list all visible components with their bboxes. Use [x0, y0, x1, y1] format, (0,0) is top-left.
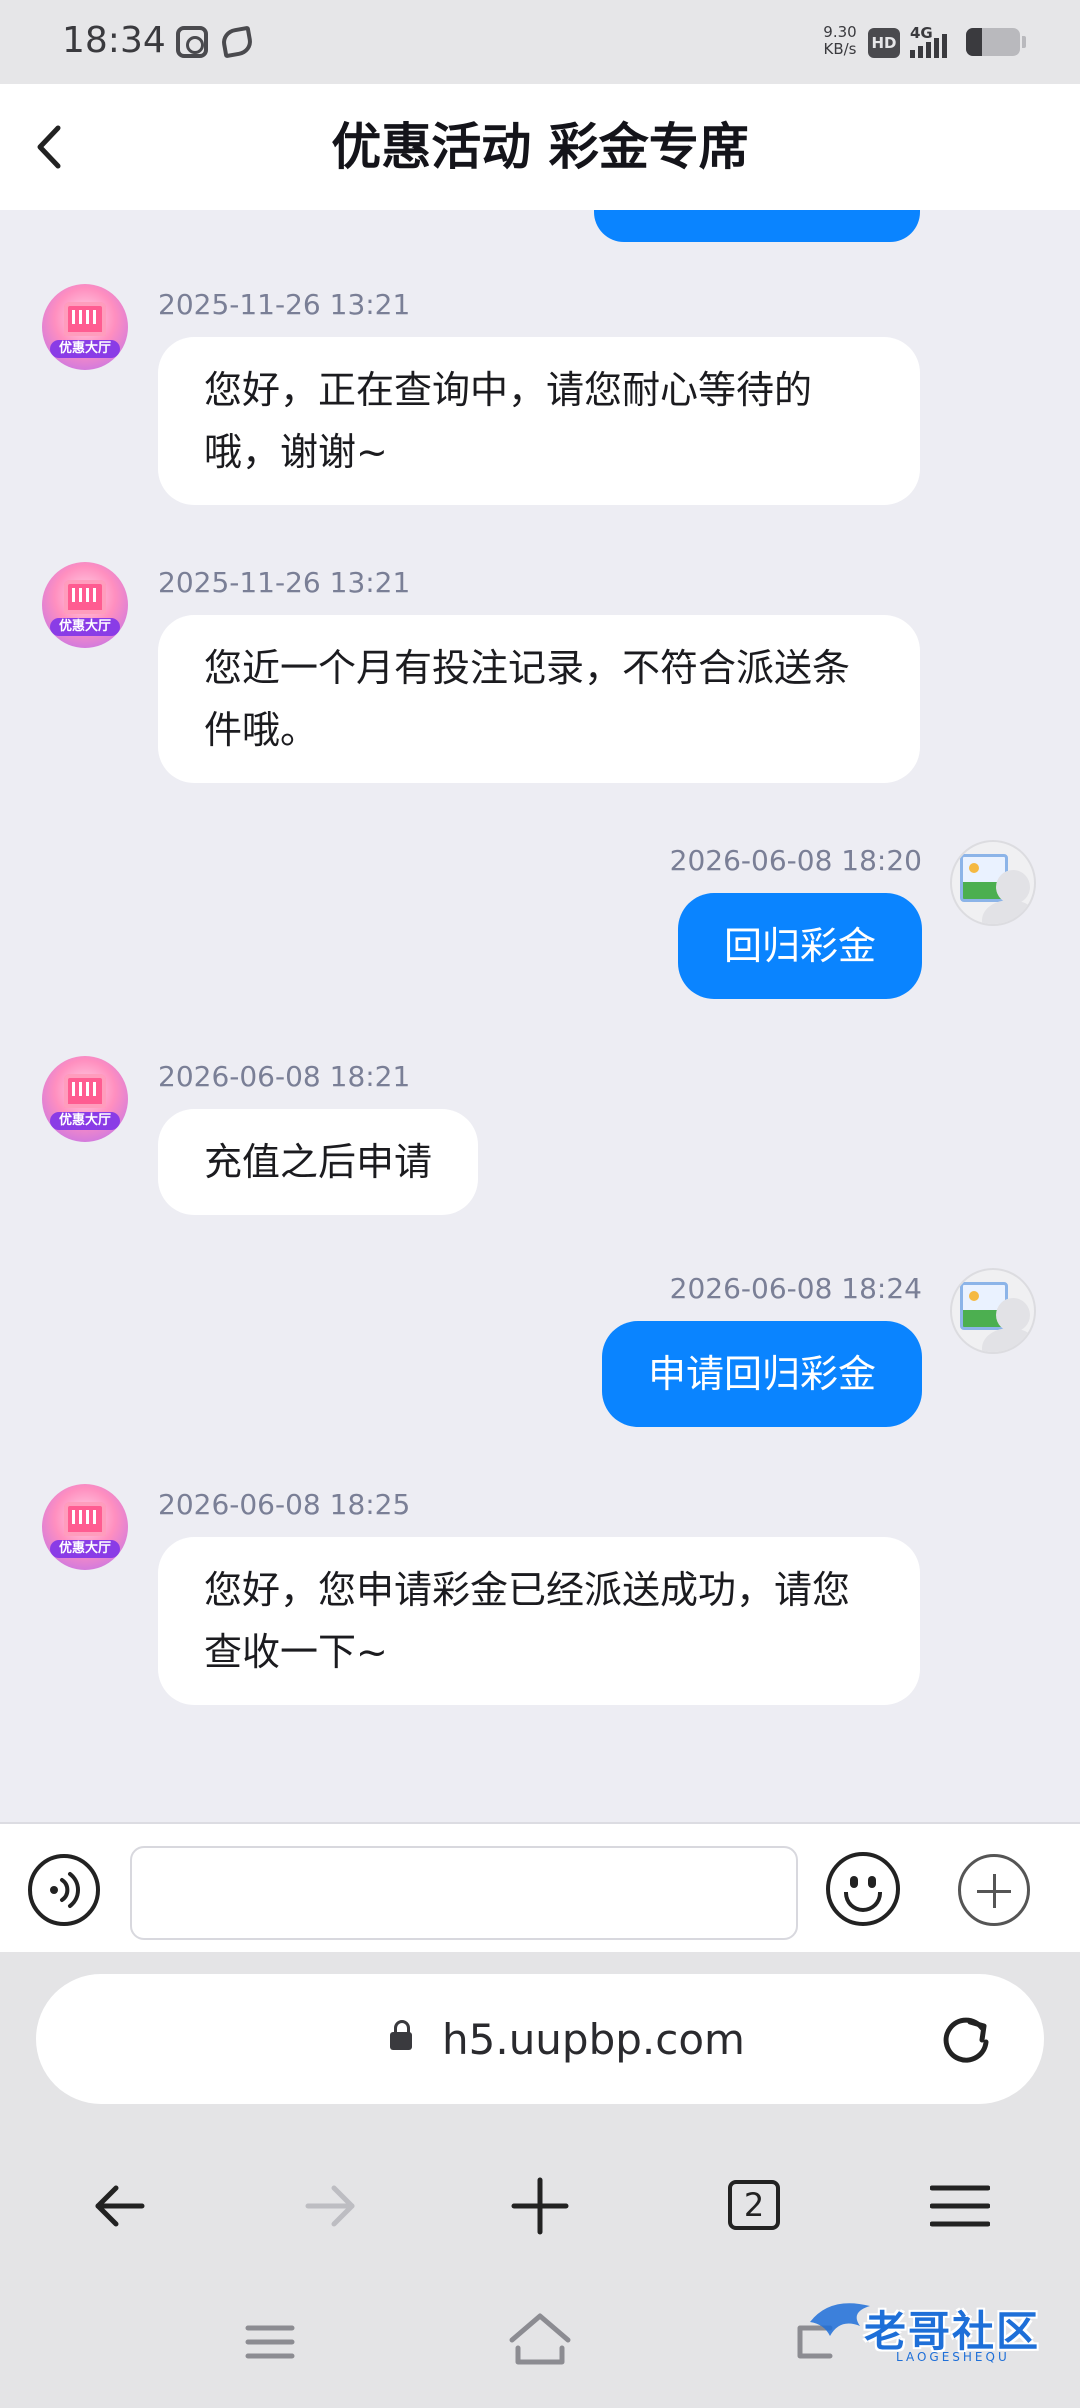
chat-area[interactable]: 优惠大厅 2025-11-26 13:21 您好，正在查询中，请您耐心等待的哦，… [0, 210, 1080, 1822]
tabs-icon: 2 [728, 2180, 780, 2230]
network-type: 4G [910, 24, 933, 42]
plus-icon[interactable] [958, 1854, 1030, 1926]
message-bubble-outgoing: 回归彩金 [677, 893, 922, 999]
back-button[interactable] [28, 114, 88, 180]
reload-button[interactable] [936, 2010, 996, 2070]
battery-tip [1022, 36, 1026, 48]
agent-avatar-label: 优惠大厅 [50, 618, 120, 636]
lock-icon [390, 2020, 412, 2050]
watermark-subtext: LAOGESHEQU [896, 2350, 1010, 2364]
reload-icon [943, 2017, 989, 2063]
message-bubble-outgoing: 申请回归彩金 [601, 1321, 922, 1427]
url-text: h5.uupbp.com [442, 2015, 745, 2064]
chevron-left-icon [37, 125, 61, 169]
menu-button[interactable] [910, 2156, 1010, 2256]
forward-arrow-icon [305, 2185, 355, 2227]
hd-icon: HD [868, 28, 900, 58]
forward-nav-button[interactable] [280, 2156, 380, 2256]
browser-nav: 2 [0, 2156, 1080, 2256]
recents-button[interactable] [220, 2292, 320, 2392]
message-timestamp: 2026-06-08 18:21 [158, 1060, 411, 1093]
menu-icon [930, 2185, 990, 2227]
status-time: 18:34 [62, 20, 166, 61]
recents-icon [245, 2325, 295, 2359]
page-title: 优惠活动 彩金专席 [331, 118, 749, 176]
user-avatar[interactable] [950, 1268, 1036, 1354]
signal-icon: 4G [908, 24, 956, 60]
new-tab-button[interactable] [490, 2156, 590, 2256]
message-timestamp: 2025-11-26 13:21 [158, 288, 411, 321]
message-input[interactable] [130, 1846, 798, 1940]
net-speed: 9.30 KB/s [823, 23, 857, 58]
voice-icon [50, 1872, 80, 1908]
input-bar [0, 1822, 1080, 1952]
agent-avatar[interactable]: 优惠大厅 [42, 562, 128, 648]
header: 优惠活动 彩金专席 [0, 84, 1080, 210]
message-item: 2026-06-08 18:24 申请回归彩金 [0, 1254, 1080, 1444]
message-timestamp: 2026-06-08 18:24 [669, 1272, 922, 1305]
browser-chrome: h5.uupbp.com 2 老哥社区 LAOGESHEQU [0, 1952, 1080, 2408]
agent-avatar-label: 优惠大厅 [50, 340, 120, 358]
new-tab-icon [511, 2177, 569, 2235]
message-timestamp: 2025-11-26 13:21 [158, 566, 411, 599]
message-item: 优惠大厅 2026-06-08 18:21 充值之后申请 [0, 1042, 1080, 1232]
app-icon-2 [219, 25, 255, 59]
battery-fill [966, 28, 983, 56]
home-button[interactable] [490, 2292, 590, 2392]
home-icon [509, 2313, 571, 2365]
agent-avatar-label: 优惠大厅 [50, 1112, 120, 1130]
back-arrow-icon [95, 2185, 145, 2227]
message-timestamp: 2026-06-08 18:25 [158, 1488, 411, 1521]
message-item: 优惠大厅 2026-06-08 18:25 您好，您申请彩金已经派送成功，请您查… [0, 1470, 1080, 1720]
agent-avatar[interactable]: 优惠大厅 [42, 284, 128, 370]
voice-button[interactable] [28, 1854, 100, 1926]
message-item: 优惠大厅 2025-11-26 13:21 您好，正在查询中，请您耐心等待的哦，… [0, 270, 1080, 520]
message-bubble-incoming: 您好，您申请彩金已经派送成功，请您查收一下~ [158, 1537, 920, 1705]
agent-avatar[interactable]: 优惠大厅 [42, 1056, 128, 1142]
watermark: 老哥社区 LAOGESHEQU [800, 2292, 1080, 2378]
message-bubble-incoming: 您好，正在查询中，请您耐心等待的哦，谢谢~ [158, 337, 920, 505]
app-icon-1 [176, 26, 208, 58]
message-bubble-incoming: 您近一个月有投注记录，不符合派送条件哦。 [158, 615, 920, 783]
message-item: 2026-06-08 18:20 回归彩金 [0, 826, 1080, 1016]
message-item: 优惠大厅 2025-11-26 13:21 您近一个月有投注记录，不符合派送条件… [0, 548, 1080, 798]
previous-message-bubble [594, 210, 920, 242]
message-bubble-incoming: 充值之后申请 [158, 1109, 479, 1215]
emoji-icon [844, 1892, 882, 1912]
user-avatar[interactable] [950, 840, 1036, 926]
status-bar: 18:34 9.30 KB/s HD 4G [0, 0, 1080, 84]
emoji-button[interactable] [826, 1852, 900, 1926]
message-timestamp: 2026-06-08 18:20 [669, 844, 922, 877]
back-nav-button[interactable] [70, 2156, 170, 2256]
battery-icon [966, 28, 1020, 56]
agent-avatar-label: 优惠大厅 [50, 1540, 120, 1558]
url-bar[interactable]: h5.uupbp.com [36, 1974, 1044, 2104]
agent-avatar[interactable]: 优惠大厅 [42, 1484, 128, 1570]
tabs-button[interactable]: 2 [700, 2156, 800, 2256]
